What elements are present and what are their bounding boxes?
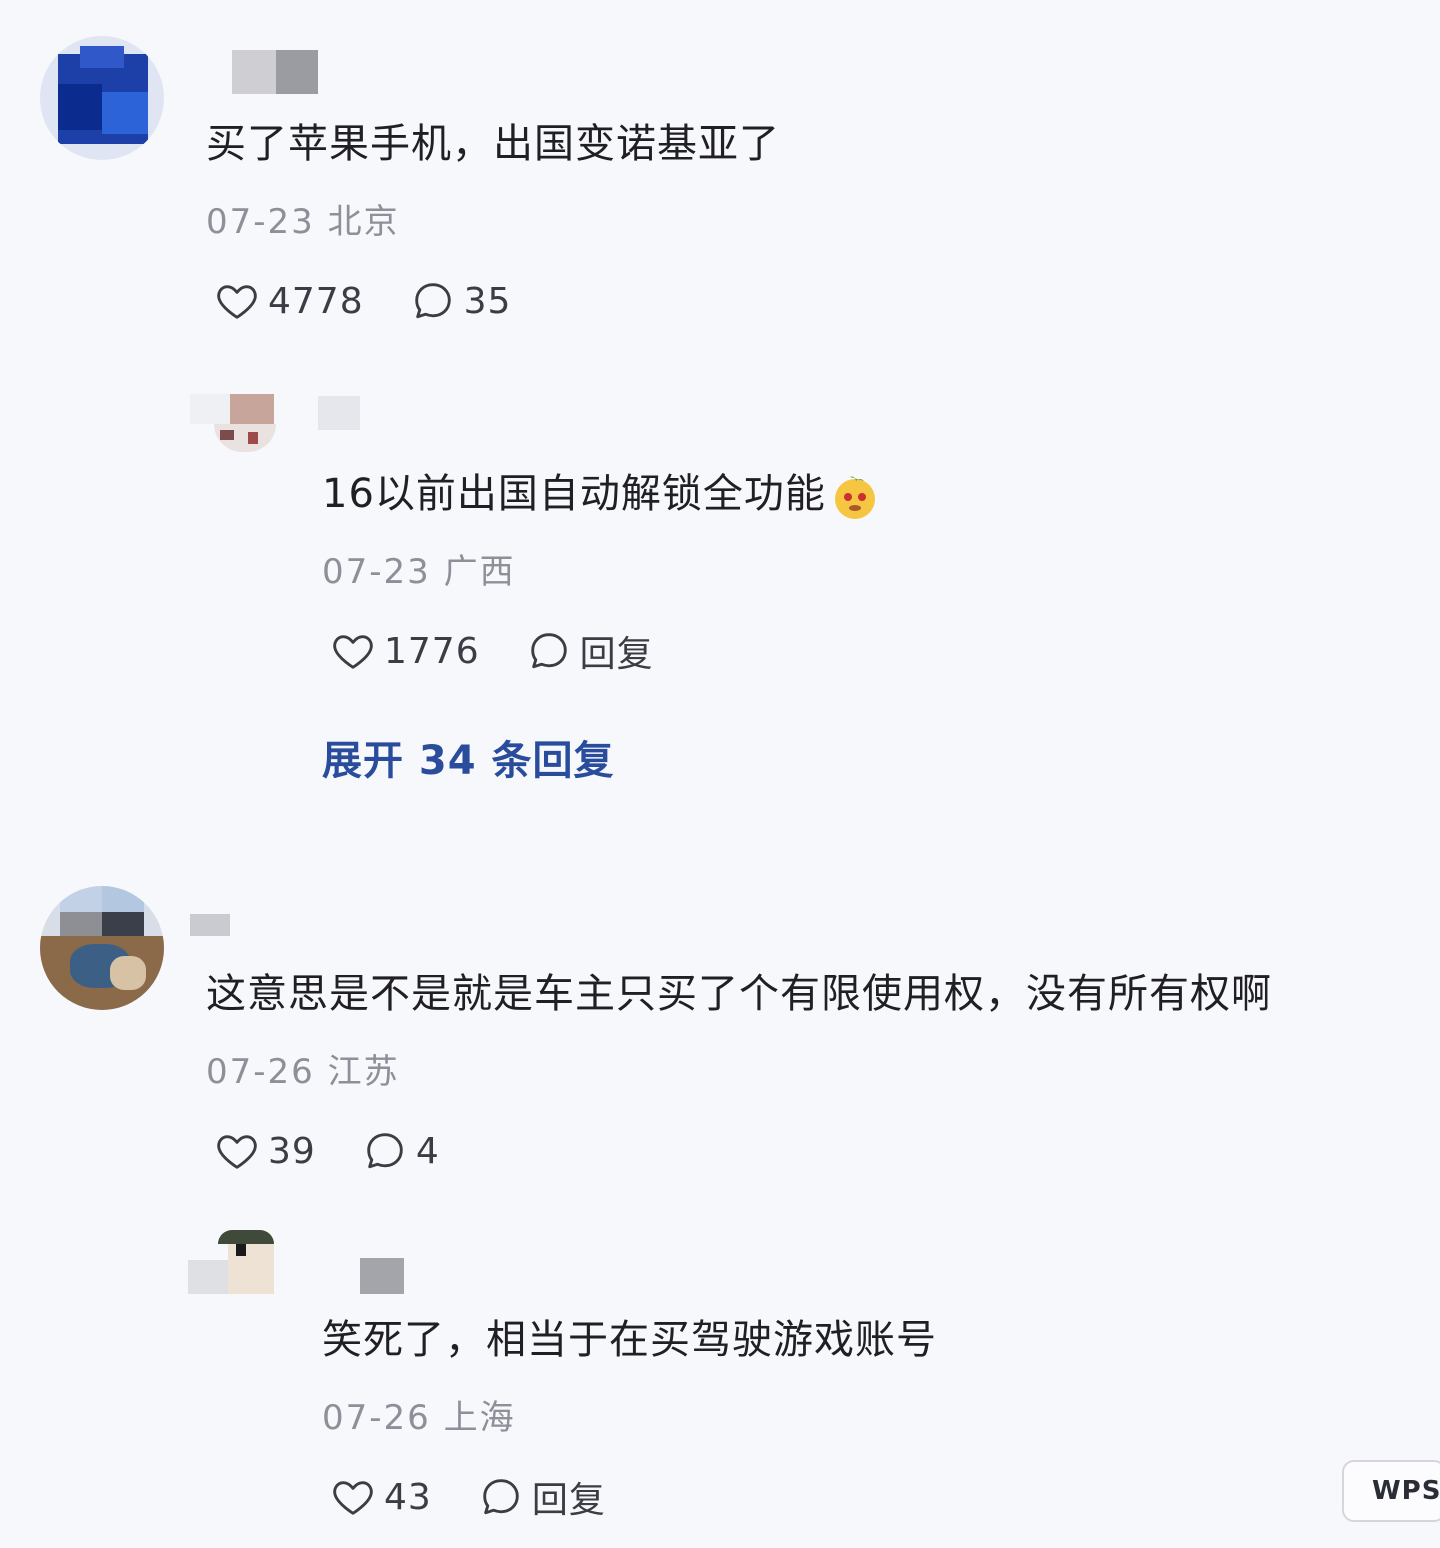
avatar[interactable] [40, 886, 164, 1010]
reply-label: 回复 [579, 634, 654, 675]
like-count: 39 [268, 1130, 316, 1172]
reply-button[interactable]: 35 [410, 278, 512, 324]
reply-avatar[interactable] [190, 394, 282, 458]
like-button[interactable]: 39 [214, 1128, 316, 1174]
comment-actions: 4778 35 [214, 276, 557, 326]
emoji-icon [834, 476, 875, 519]
comment-feed: 买了苹果手机，出国变诺基亚了 07-23 北京 4778 35 16以前出国自动… [0, 0, 1440, 1548]
reply-avatar[interactable] [188, 1230, 280, 1294]
comment-bubble-icon [530, 633, 567, 669]
expand-replies-link[interactable]: 展开 34 条回复 [322, 728, 615, 786]
heart-icon [333, 635, 373, 669]
reply-label: 回复 [531, 1480, 606, 1521]
reply-text-content: 16以前出国自动解锁全功能 [322, 471, 826, 517]
comment-actions: 39 4 [214, 1126, 486, 1176]
comment-text: 这意思是不是就是车主只买了个有限使用权，没有所有权啊 [206, 971, 1272, 1017]
reply-actions: 1776 回复 [330, 626, 700, 676]
reply-meta: 07-23 广西 [322, 552, 516, 592]
reply-actions: 43 回复 [330, 1472, 652, 1522]
avatar[interactable] [40, 36, 164, 160]
reply-count: 4 [415, 1130, 440, 1172]
like-button[interactable]: 1776 [330, 628, 480, 674]
reply-username-blurred[interactable] [318, 396, 360, 430]
like-button[interactable]: 43 [330, 1474, 432, 1520]
comment-meta: 07-23 北京 [206, 202, 400, 242]
like-count: 43 [384, 1476, 432, 1518]
reply-button[interactable]: 回复 [526, 625, 654, 677]
comment-bubble-icon [367, 1133, 403, 1169]
heart-icon [333, 1481, 373, 1515]
reply-text: 16以前出国自动解锁全功能 [322, 468, 880, 521]
wps-watermark: WPS [1342, 1460, 1440, 1522]
reply-meta: 07-26 上海 [322, 1398, 516, 1438]
reply-button[interactable]: 4 [362, 1128, 440, 1174]
like-count: 1776 [384, 630, 480, 672]
comment-text: 买了苹果手机，出国变诺基亚了 [206, 121, 780, 167]
heart-icon [217, 1135, 257, 1169]
comment-bubble-icon [414, 283, 451, 319]
comment-bubble-icon [483, 1479, 519, 1515]
reply-count: 35 [463, 280, 512, 322]
like-count: 4778 [268, 280, 364, 322]
heart-icon [217, 285, 257, 319]
like-button[interactable]: 4778 [214, 278, 364, 324]
username-blurred[interactable] [190, 914, 230, 936]
reply-button[interactable]: 回复 [478, 1471, 606, 1523]
comment-meta: 07-26 江苏 [206, 1052, 400, 1092]
reply-username-blurred[interactable] [360, 1258, 404, 1294]
username-blurred[interactable] [232, 50, 318, 94]
reply-text: 笑死了，相当于在买驾驶游戏账号 [322, 1317, 937, 1363]
